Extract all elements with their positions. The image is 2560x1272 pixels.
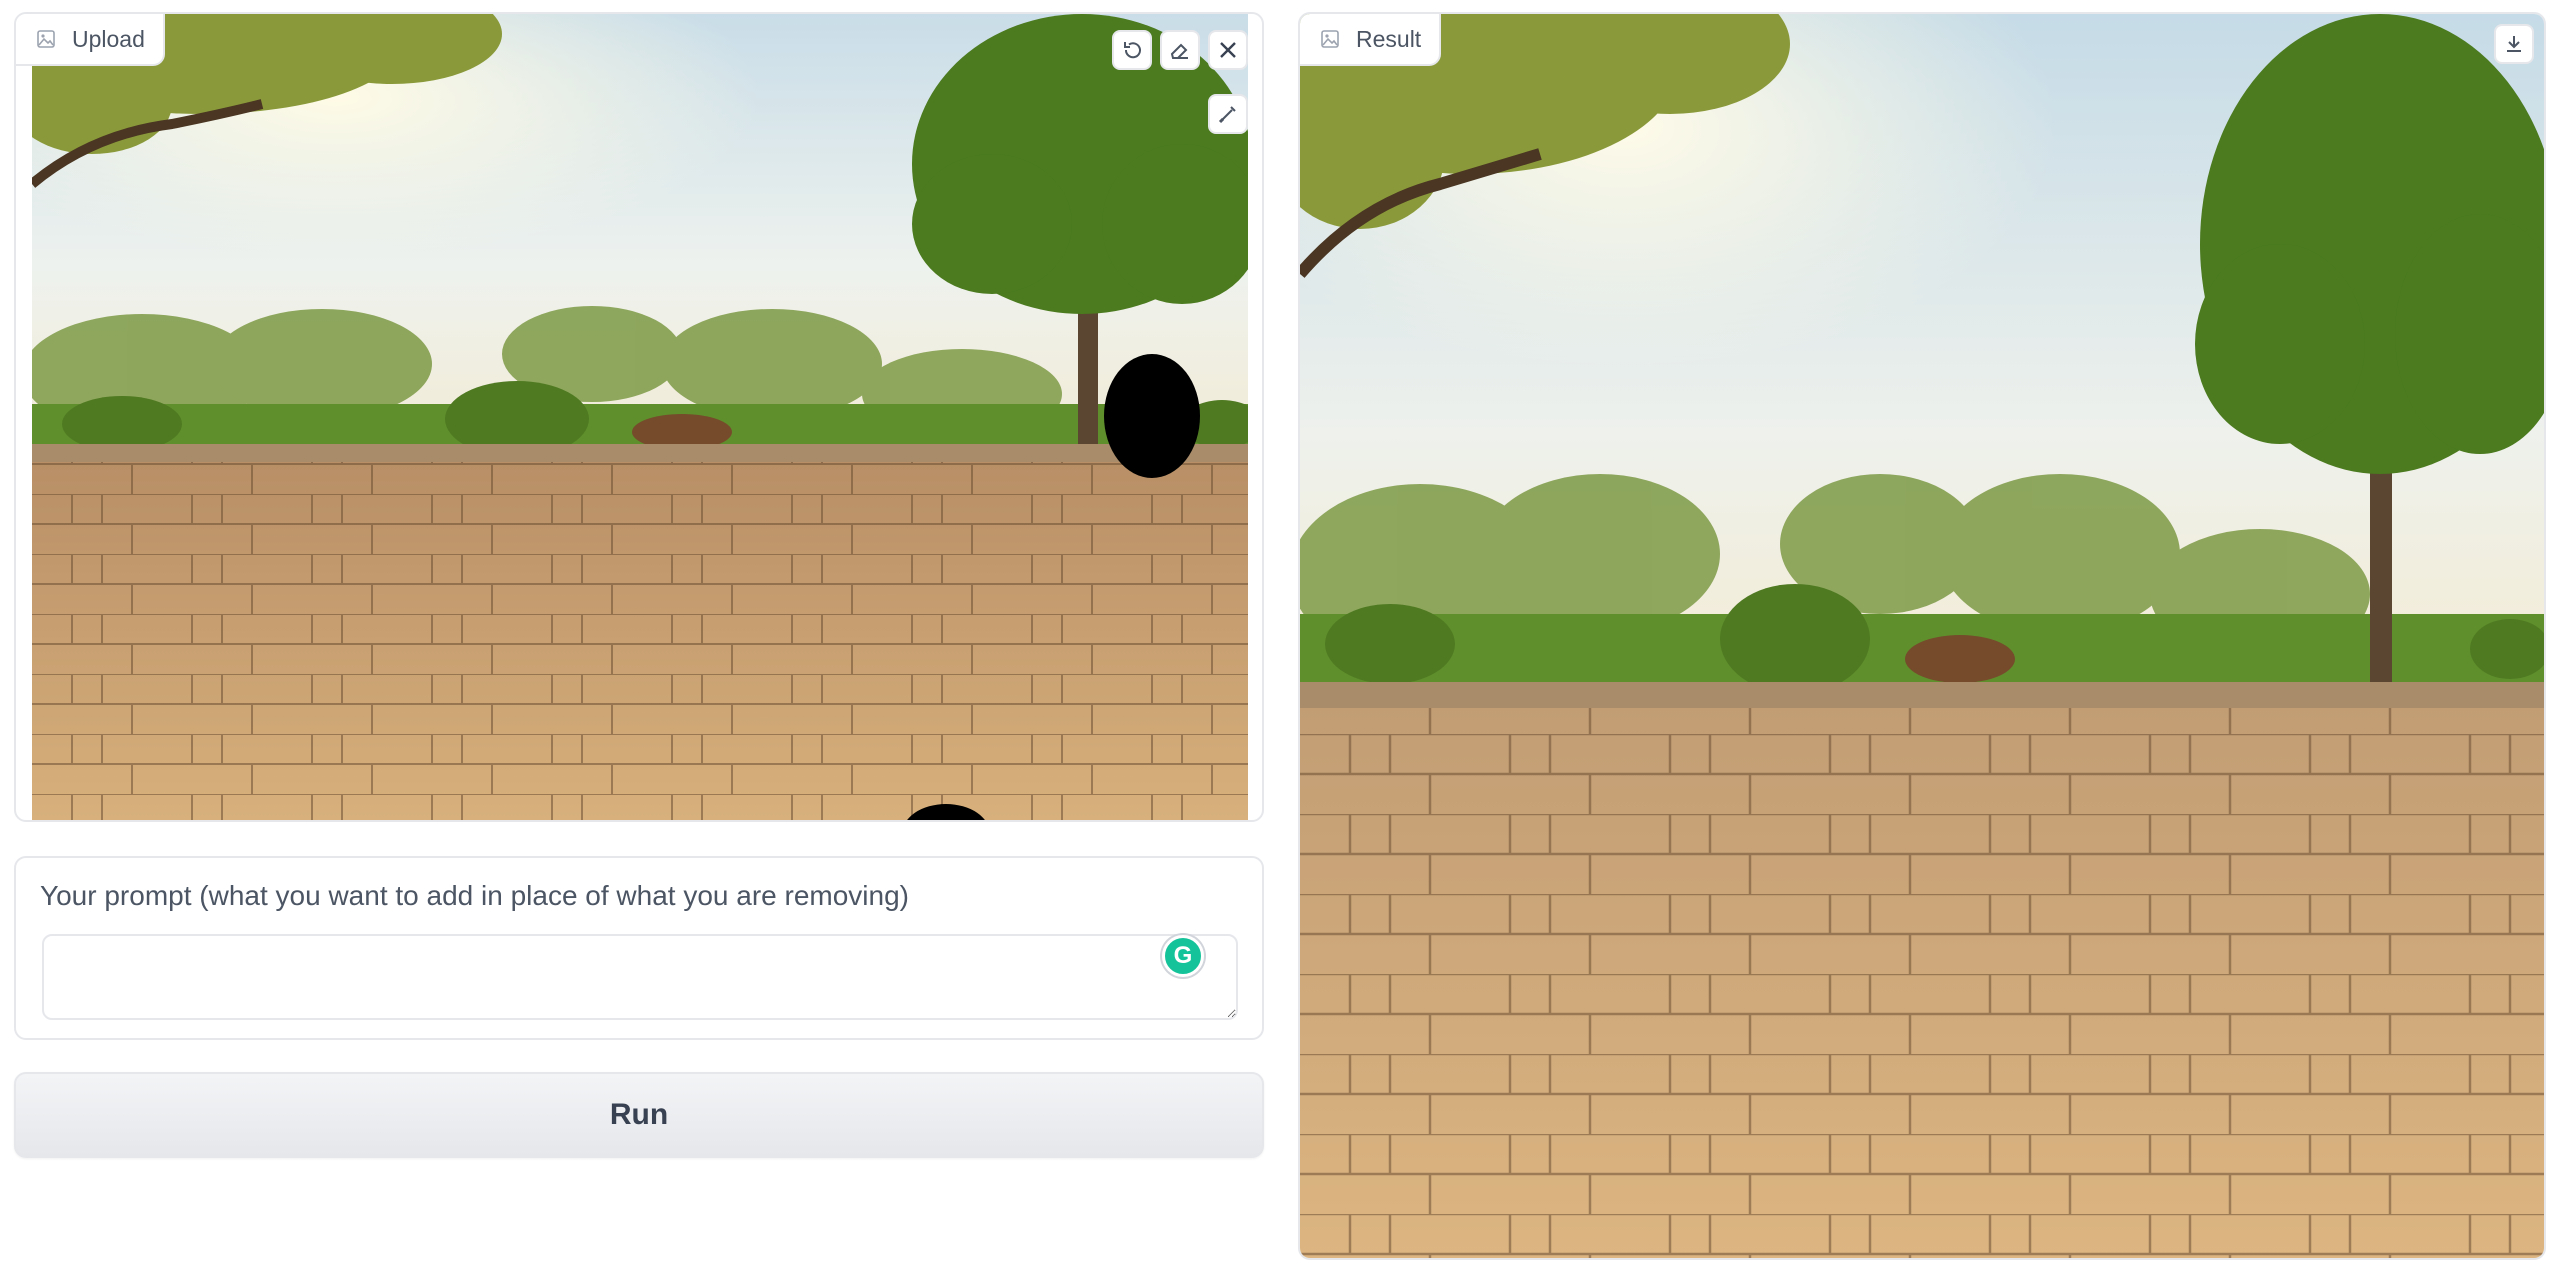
brush-icon (1218, 106, 1236, 124)
upload-image-canvas[interactable] (32, 14, 1248, 820)
grammarly-icon[interactable]: G (1162, 935, 1204, 977)
eraser-icon (1170, 43, 1188, 59)
prompt-panel: Your prompt (what you want to add in pla… (14, 856, 1264, 1040)
result-panel: Result (1298, 12, 2546, 1260)
result-tag-label: Result (1356, 25, 1422, 52)
undo-button[interactable] (1112, 30, 1152, 70)
image-icon (1321, 30, 1339, 48)
run-button[interactable]: Run (14, 1072, 1264, 1158)
prompt-label: Your prompt (what you want to add in pla… (40, 880, 909, 911)
brush-button[interactable] (1208, 94, 1248, 134)
app-root: Upload Your prompt (what you want to add… (0, 0, 2560, 1272)
result-tag: Result (1300, 14, 1442, 66)
upload-panel: Upload (14, 12, 1264, 822)
undo-icon (1124, 42, 1141, 59)
result-scene (1300, 14, 2544, 1258)
upload-tag: Upload (16, 14, 165, 66)
clear-button[interactable] (1208, 30, 1248, 70)
eraser-button[interactable] (1160, 30, 1200, 70)
upload-scene (32, 14, 1248, 820)
upload-tag-label: Upload (72, 25, 145, 52)
prompt-input[interactable] (42, 934, 1238, 1020)
close-icon (1220, 42, 1236, 58)
download-button[interactable] (2494, 24, 2534, 64)
download-icon (2507, 36, 2521, 52)
result-image (1300, 14, 2544, 1258)
image-icon (37, 30, 55, 48)
